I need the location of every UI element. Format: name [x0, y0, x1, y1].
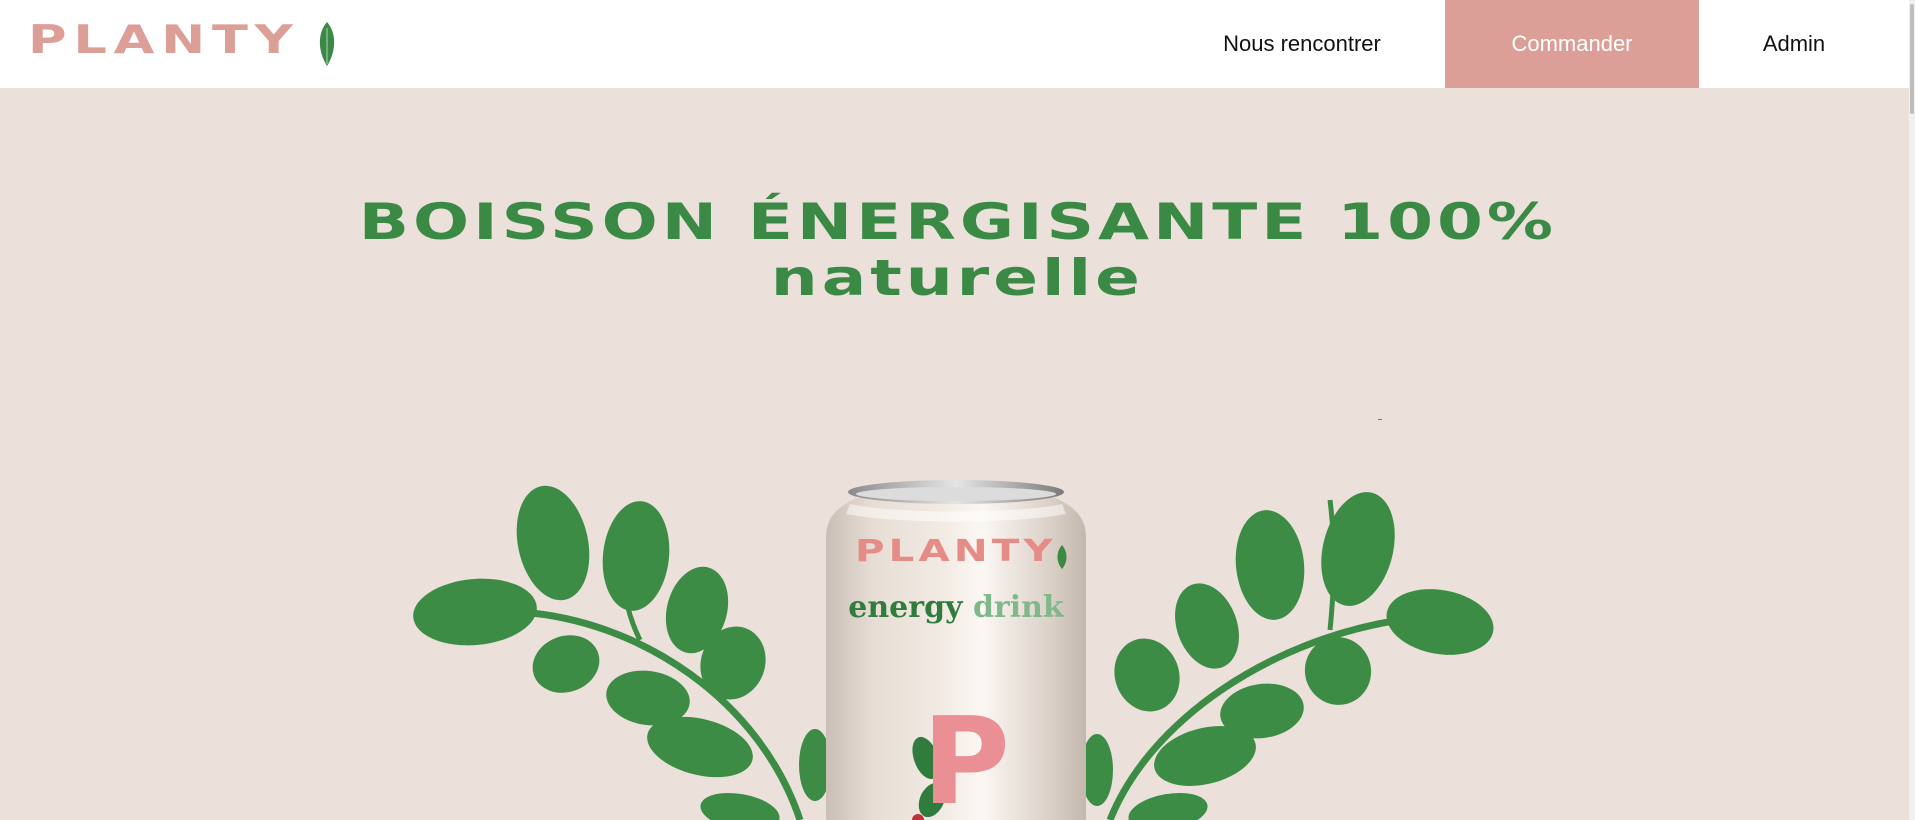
energy-drink-can: PLANTY energy drink P — [816, 478, 1096, 820]
can-initial-letter: P — [922, 693, 1010, 820]
leaf-icon — [1057, 545, 1067, 569]
can-subtitle: energy drink — [848, 590, 1064, 625]
